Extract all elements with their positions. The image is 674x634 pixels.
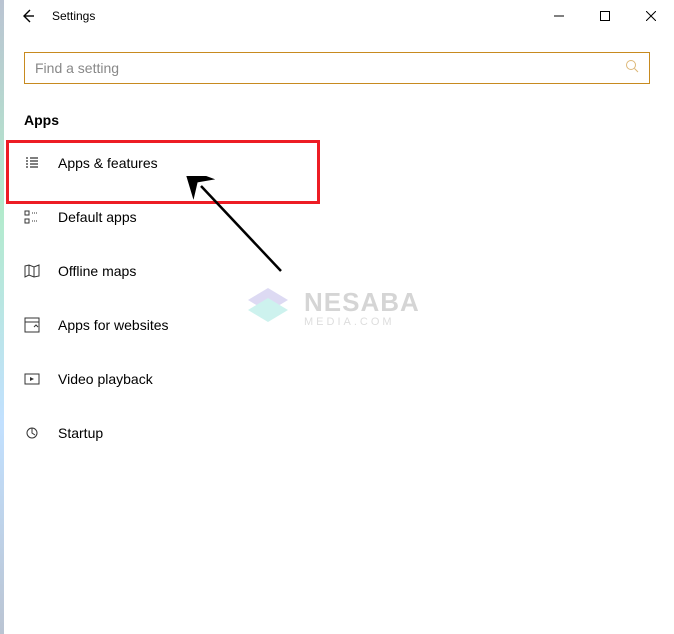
- offline-maps-icon: [24, 263, 40, 279]
- nav-item-startup[interactable]: Startup: [0, 406, 650, 460]
- nav-list: Apps & features Default apps Offline map…: [0, 136, 650, 460]
- window-controls: [536, 0, 674, 32]
- nav-label: Offline maps: [58, 263, 136, 279]
- nav-item-offline-maps[interactable]: Offline maps: [0, 244, 650, 298]
- minimize-icon: [554, 11, 564, 21]
- window-title: Settings: [52, 9, 95, 23]
- section-heading: Apps: [24, 112, 650, 128]
- nav-item-apps-features[interactable]: Apps & features: [0, 136, 650, 190]
- maximize-button[interactable]: [582, 0, 628, 32]
- search-icon: [625, 59, 639, 78]
- startup-icon: [24, 425, 40, 441]
- nav-item-default-apps[interactable]: Default apps: [0, 190, 650, 244]
- nav-label: Apps & features: [58, 155, 158, 171]
- maximize-icon: [600, 11, 610, 21]
- close-icon: [646, 11, 656, 21]
- title-bar: Settings: [0, 0, 674, 32]
- nav-label: Apps for websites: [58, 317, 169, 333]
- nav-label: Video playback: [58, 371, 153, 387]
- nav-label: Default apps: [58, 209, 137, 225]
- nav-item-apps-websites[interactable]: Apps for websites: [0, 298, 650, 352]
- minimize-button[interactable]: [536, 0, 582, 32]
- back-button[interactable]: [8, 0, 48, 32]
- nav-label: Startup: [58, 425, 103, 441]
- content-area: Apps Apps & features Default apps Offlin…: [0, 32, 674, 460]
- search-input[interactable]: [35, 60, 625, 76]
- left-edge-decoration: [0, 0, 4, 634]
- apps-features-icon: [24, 155, 40, 171]
- back-arrow-icon: [20, 8, 36, 24]
- search-box[interactable]: [24, 52, 650, 84]
- default-apps-icon: [24, 209, 40, 225]
- nav-item-video-playback[interactable]: Video playback: [0, 352, 650, 406]
- apps-websites-icon: [24, 317, 40, 333]
- video-playback-icon: [24, 371, 40, 387]
- close-button[interactable]: [628, 0, 674, 32]
